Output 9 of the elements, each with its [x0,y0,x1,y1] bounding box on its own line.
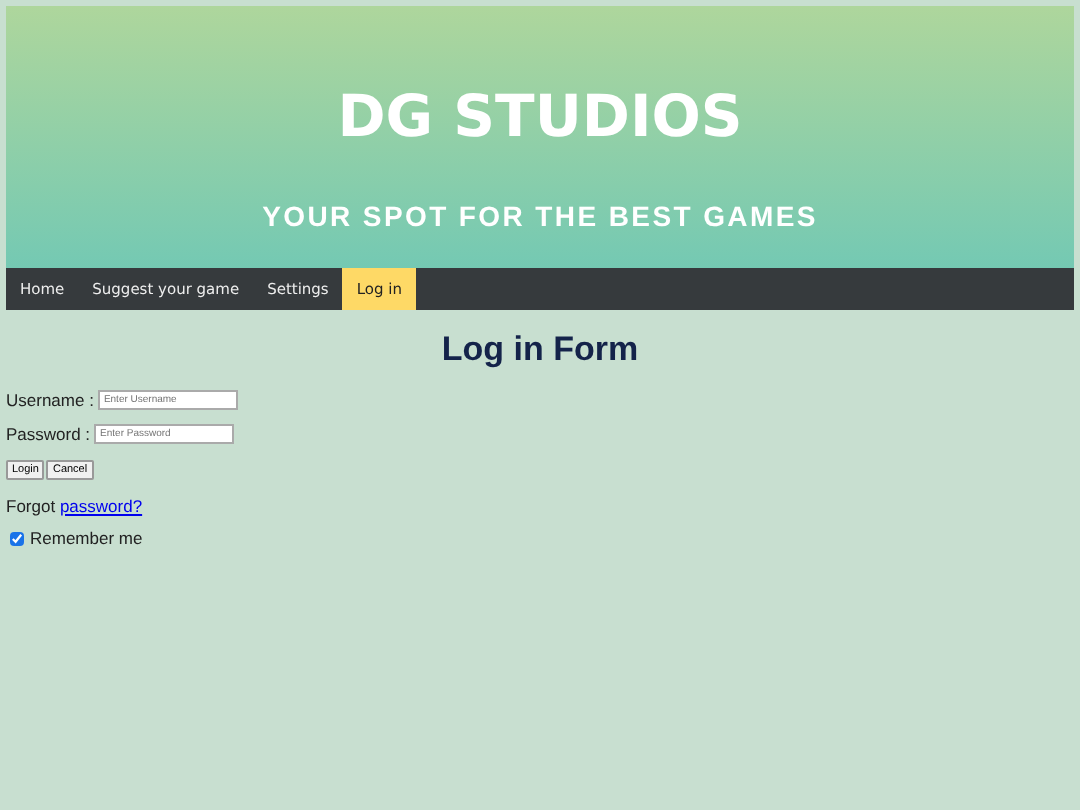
field-label: Username : [6,389,94,409]
site-title: DG STUDIOS [337,82,743,150]
site-tagline: YOUR SPOT FOR THE BEST GAMES [262,200,818,232]
form-title: Log in Form [439,330,641,370]
forgot-password-text: Forgot password? [6,496,145,516]
remember-label: Remember me [30,528,143,548]
password-link[interactable]: password? [59,496,143,516]
field-label: Password : [6,423,91,443]
remember-checkbox[interactable] [10,531,24,545]
